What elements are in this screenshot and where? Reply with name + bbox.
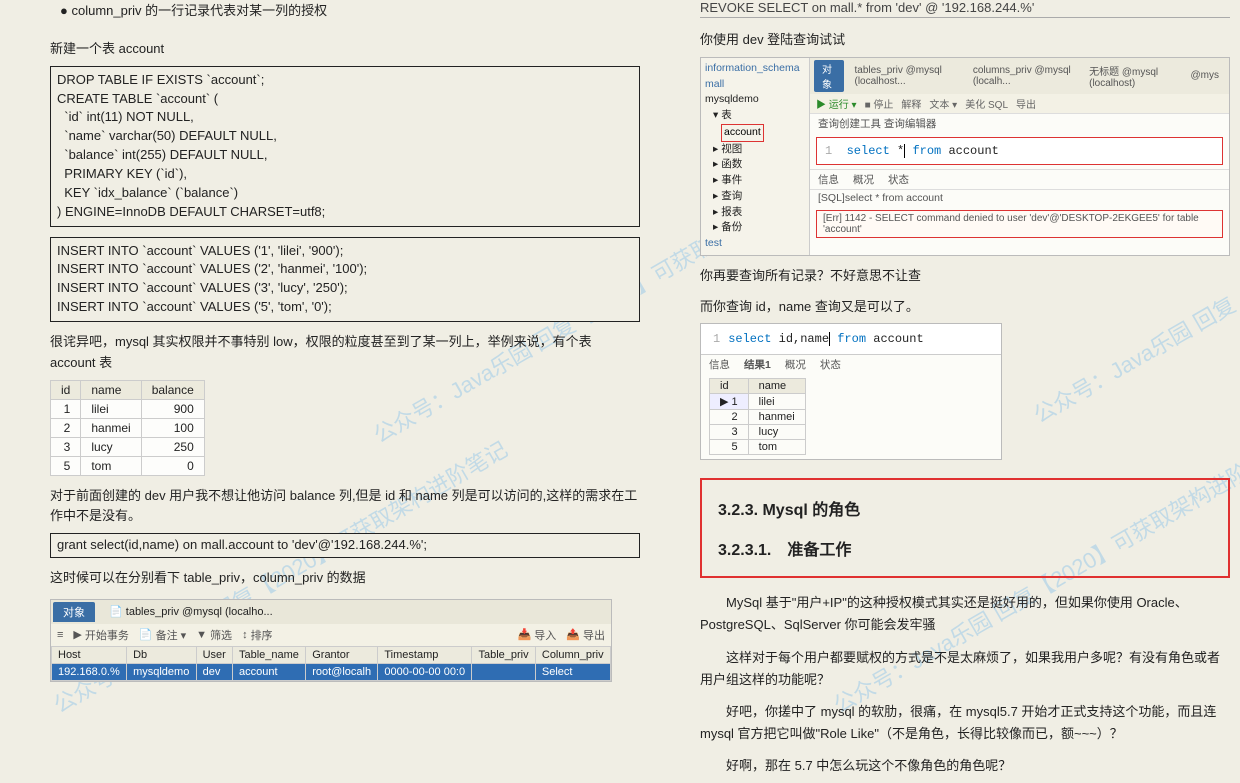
paragraph-role-like: 好吧，你搓中了 mysql 的软肋，很痛，在 mysql5.7 开始才正式支持这…	[700, 701, 1230, 745]
paragraph-how: 好啊，那在 5.7 中怎么玩这个不像角色的角色呢？	[700, 755, 1230, 777]
paragraph-granularity: 很诧异吧，mysql 其实权限并不事特别 low，权限的粒度甚至到了某一列上，举…	[50, 332, 640, 374]
navicat-panel: 对象 📄 tables_priv @mysql (localho... ≡ ▶ …	[50, 599, 612, 682]
btn-backup[interactable]: 📄 备注 ▾	[139, 627, 186, 643]
paragraph-login-test: 你使用 dev 登陆查询试试	[700, 30, 1230, 51]
tab-result1[interactable]: 结果1	[744, 357, 771, 372]
table-row: 3lucy250	[51, 437, 205, 456]
btn-export[interactable]: 📤 导出	[566, 627, 605, 643]
btn-explain[interactable]: 解释	[901, 96, 921, 111]
sql-insert-rows: INSERT INTO `account` VALUES ('1', 'lile…	[50, 237, 640, 322]
revoke-line: REVOKE SELECT on mall.* from 'dev' @ '19…	[700, 0, 1230, 15]
query-screenshot-denied: information_schema mall mysqldemo ▾ 表 ac…	[700, 57, 1230, 256]
btn-run[interactable]: ▶ 运行 ▾	[816, 96, 857, 111]
tab-status[interactable]: 状态	[820, 357, 841, 372]
btn-export[interactable]: 导出	[1016, 96, 1036, 111]
tab3[interactable]: columns_priv @mysql (localh...	[967, 64, 1079, 88]
heading-create-table: 新建一个表 account	[50, 39, 640, 60]
btn-filter[interactable]: ▼ 筛选	[196, 627, 232, 643]
sql-grant: grant select(id,name) on mall.account to…	[50, 533, 640, 558]
query-screenshot-ok: 1select id,name from account 信息 结果1 概况 状…	[700, 323, 1002, 460]
sql-editor[interactable]: 1 select * from account	[816, 137, 1223, 165]
paragraph-allowed: 而你查询 id，name 查询又是可以了。	[700, 297, 1230, 318]
tab-tables-priv[interactable]: 📄 tables_priv @mysql (localho...	[101, 603, 281, 620]
section-highlight: 3.2.3. Mysql 的角色 3.2.3.1. 准备工作	[700, 478, 1230, 578]
tab-objects[interactable]: 对象	[53, 602, 95, 622]
sql-error: [Err] 1142 - SELECT command denied to us…	[816, 210, 1223, 238]
paragraph-dev-user: 对于前面创建的 dev 用户我不想让他访问 balance 列,但是 id 和 …	[50, 486, 640, 528]
sql-echo: [SQL]select * from account	[810, 189, 1229, 206]
tab-info[interactable]: 信息	[709, 357, 730, 372]
db-tree[interactable]: information_schema mall mysqldemo ▾ 表 ac…	[701, 58, 810, 255]
tree-account-selected[interactable]: account	[721, 124, 764, 142]
heading-3-2-3-1: 3.2.3.1. 准备工作	[718, 536, 1212, 560]
left-column: column_priv 的一行记录代表对某一列的授权 新建一个表 account…	[0, 0, 660, 783]
result-grid: idname ▶ 1lilei 2hanmei 3lucy 5tom	[709, 378, 806, 455]
sql-create-table: DROP TABLE IF EXISTS `account`; CREATE T…	[50, 66, 640, 227]
result-row: 3lucy	[710, 425, 806, 440]
result-row: ▶ 1lilei	[710, 394, 806, 410]
btn-beautify[interactable]: 美化 SQL	[965, 96, 1008, 111]
table-row: 1lilei900	[51, 399, 205, 418]
col-name: name	[81, 380, 141, 399]
result-row: 5tom	[710, 440, 806, 455]
bullet-column-priv: column_priv 的一行记录代表对某一列的授权	[60, 0, 640, 19]
tab-profile[interactable]: 概况	[785, 357, 806, 372]
paragraph-denied: 你再要查询所有记录？不好意思不让查	[700, 266, 1230, 287]
right-column: REVOKE SELECT on mall.* from 'dev' @ '19…	[680, 0, 1240, 783]
result-row: 2hanmei	[710, 410, 806, 425]
tab4[interactable]: 无标题 @mysql (localhost)	[1083, 62, 1180, 90]
account-table: id name balance 1lilei900 2hanmei100 3lu…	[50, 380, 205, 476]
query-toolbar: ▶ 运行 ▾ ■ 停止 解释 文本 ▾ 美化 SQL 导出	[810, 94, 1229, 113]
col-balance: balance	[141, 380, 204, 399]
tables-priv-grid: HostDbUserTable_nameGrantorTimestampTabl…	[51, 646, 611, 681]
query-subtoolbar: 查询创建工具 查询编辑器	[810, 113, 1229, 133]
tab-objects[interactable]: 对象	[814, 60, 844, 92]
tab-profile[interactable]: 概况	[853, 172, 874, 187]
heading-3-2-3: 3.2.3. Mysql 的角色	[718, 496, 1212, 520]
btn-stop[interactable]: ■ 停止	[865, 96, 894, 111]
btn-begin-tx[interactable]: ▶ 开始事务	[73, 627, 128, 643]
tab2[interactable]: tables_priv @mysql (localhost...	[848, 64, 962, 88]
paragraph-check-priv: 这时候可以在分别看下 table_priv，column_priv 的数据	[50, 568, 640, 589]
btn-sort[interactable]: ↕ 排序	[242, 627, 273, 643]
paragraph-too-many: 这样对于每个用户都要赋权的方式是不是太麻烦了，如果我用户多呢？有没有角色或者用户…	[700, 647, 1230, 691]
nav-toolbar: ≡ ▶ 开始事务 📄 备注 ▾ ▼ 筛选 ↕ 排序 📥 导入 📤 导出	[51, 624, 611, 646]
btn-text[interactable]: 文本 ▾	[929, 96, 957, 111]
table-row: 5tom0	[51, 456, 205, 475]
btn-import[interactable]: 📥 导入	[518, 627, 557, 643]
paragraph-mode: MySql 基于"用户+IP"的这种授权模式其实还是挺好用的，但如果你使用 Or…	[700, 592, 1230, 636]
table-row: 2hanmei100	[51, 418, 205, 437]
tab-info[interactable]: 信息	[818, 172, 839, 187]
tab5[interactable]: @mys	[1185, 69, 1225, 82]
divider	[700, 17, 1230, 18]
tab-status[interactable]: 状态	[888, 172, 909, 187]
priv-row[interactable]: 192.168.0.%mysqldemodevaccountroot@local…	[52, 663, 611, 680]
col-id: id	[51, 380, 81, 399]
